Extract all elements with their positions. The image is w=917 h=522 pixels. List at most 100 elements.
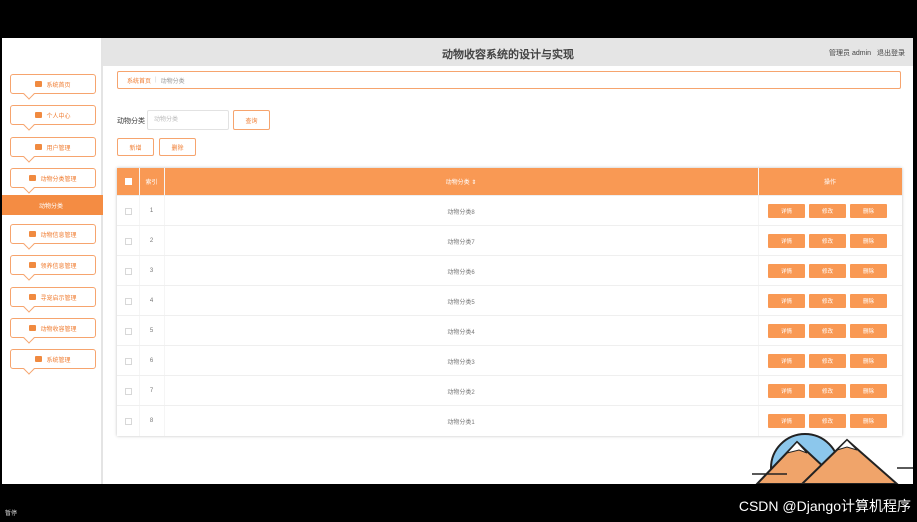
delete-button[interactable]: 删除 (850, 234, 887, 248)
sidebar-item-shelter[interactable]: 动物收容管理 (10, 318, 96, 338)
bulk-delete-button[interactable]: 删除 (159, 138, 196, 156)
page-title: 动物收容系统的设计与实现 (442, 49, 574, 61)
sidebar-item-category-mgmt[interactable]: 动物分类管理 (10, 168, 96, 188)
sidebar-item-system[interactable]: 系统管理 (10, 349, 96, 369)
detail-button[interactable]: 详情 (768, 294, 805, 308)
edit-button[interactable]: 修改 (809, 324, 846, 338)
edit-button[interactable]: 修改 (809, 234, 846, 248)
row-category: 动物分类3 (447, 359, 475, 366)
row-category: 动物分类1 (447, 419, 475, 426)
detail-button[interactable]: 详情 (768, 204, 805, 218)
logout-link[interactable]: 退出登录 (877, 50, 905, 57)
column-index: 索引 (145, 180, 158, 186)
row-checkbox[interactable] (117, 226, 139, 256)
data-table: 索引 动物分类 ⇕ 操作 1 动物分类8 详情 修改 删除 2 动物分类7 详情 修改 删除 3 动物… (117, 168, 902, 436)
sidebar-item-label: 动物收容管理 (40, 326, 77, 333)
watermark-text: CSDN @Django计算机程序 (738, 498, 911, 514)
row-category: 动物分类2 (447, 389, 475, 396)
column-actions: 操作 (823, 180, 836, 186)
row-index: 7 (149, 388, 154, 394)
row-category: 动物分类5 (447, 299, 475, 306)
user-icon (35, 112, 43, 118)
row-checkbox[interactable] (117, 376, 139, 406)
mountain-illustration (752, 433, 913, 484)
table-row: 3 动物分类6 详情 修改 删除 (117, 255, 902, 285)
row-index: 5 (149, 328, 154, 334)
select-all-checkbox[interactable] (117, 168, 139, 195)
row-category: 动物分类8 (447, 209, 475, 216)
row-checkbox[interactable] (117, 196, 139, 226)
sidebar-item-label: 动物分类管理 (40, 176, 77, 183)
delete-button[interactable]: 删除 (850, 324, 887, 338)
detail-button[interactable]: 详情 (768, 264, 805, 278)
sidebar-item-profile[interactable]: 个人中心 (10, 105, 96, 125)
player-status: 暂停 (5, 511, 18, 517)
search-input[interactable] (147, 110, 229, 130)
breadcrumb-current: 动物分类 (160, 78, 185, 85)
delete-button[interactable]: 删除 (850, 354, 887, 368)
delete-button[interactable]: 删除 (850, 204, 887, 218)
detail-button[interactable]: 详情 (768, 354, 805, 368)
edit-button[interactable]: 修改 (809, 354, 846, 368)
row-checkbox[interactable] (117, 406, 139, 436)
edit-button[interactable]: 修改 (809, 384, 846, 398)
detail-button[interactable]: 详情 (768, 324, 805, 338)
table-row: 1 动物分类8 详情 修改 删除 (117, 195, 902, 225)
sidebar-item-users[interactable]: 用户管理 (10, 137, 96, 157)
sidebar-item-home[interactable]: 系统首页 (10, 74, 96, 94)
table-row: 4 动物分类5 详情 修改 删除 (117, 285, 902, 315)
row-checkbox[interactable] (117, 286, 139, 316)
row-index: 6 (149, 358, 154, 364)
add-button[interactable]: 新增 (117, 138, 154, 156)
breadcrumb: 系统首页 | 动物分类 (117, 71, 901, 89)
row-index: 2 (149, 238, 154, 244)
row-category: 动物分类7 (447, 239, 475, 246)
edit-button[interactable]: 修改 (809, 264, 846, 278)
search-label: 动物分类 (117, 118, 145, 125)
edit-button[interactable]: 修改 (809, 204, 846, 218)
user-label: 管理员 admin (829, 50, 872, 57)
delete-button[interactable]: 删除 (850, 294, 887, 308)
delete-button[interactable]: 删除 (850, 264, 887, 278)
row-category: 动物分类4 (447, 329, 475, 336)
edit-button[interactable]: 修改 (809, 294, 846, 308)
sidebar-item-label: 系统首页 (46, 82, 71, 89)
sidebar-item-adoption[interactable]: 领养信息管理 (10, 255, 96, 275)
home-icon (35, 81, 43, 87)
sidebar-item-animal-info[interactable]: 动物信息管理 (10, 224, 96, 244)
sidebar-subitem-label: 动物分类 (39, 203, 64, 210)
top-header: 动物收容系统的设计与实现 管理员 admin 退出登录 (103, 38, 913, 66)
row-category: 动物分类6 (447, 269, 475, 276)
table-header: 索引 动物分类 ⇕ 操作 (117, 168, 902, 195)
grid-icon (29, 175, 37, 181)
sidebar-subitem-category[interactable]: 动物分类 (2, 195, 103, 215)
sidebar-item-label: 个人中心 (46, 113, 71, 120)
sidebar-item-label: 用户管理 (46, 145, 71, 152)
delete-button[interactable]: 删除 (850, 384, 887, 398)
table-row: 6 动物分类3 详情 修改 删除 (117, 345, 902, 375)
row-checkbox[interactable] (117, 256, 139, 286)
sidebar-item-label: 动物信息管理 (40, 232, 77, 239)
row-index: 1 (149, 208, 154, 214)
sidebar-item-label: 寻宠启示管理 (40, 295, 77, 302)
video-frame: 系统首页 个人中心 用户管理 动物分类管理 动物分类 动物信息管理 领养信息管理… (0, 0, 917, 522)
edit-button[interactable]: 修改 (809, 414, 846, 428)
row-index: 4 (149, 298, 154, 304)
table-row: 7 动物分类2 详情 修改 删除 (117, 375, 902, 405)
user-info: 管理员 admin 退出登录 (825, 48, 905, 58)
detail-button[interactable]: 详情 (768, 384, 805, 398)
row-checkbox[interactable] (117, 316, 139, 346)
breadcrumb-home[interactable]: 系统首页 (127, 76, 151, 85)
bell-icon (29, 294, 37, 300)
table-row: 5 动物分类4 详情 修改 删除 (117, 315, 902, 345)
column-category[interactable]: 动物分类 ⇕ (164, 168, 758, 195)
detail-button[interactable]: 详情 (768, 414, 805, 428)
delete-button[interactable]: 删除 (850, 414, 887, 428)
breadcrumb-separator: | (155, 77, 157, 83)
sidebar-item-lost-pet[interactable]: 寻宠启示管理 (10, 287, 96, 307)
search-button[interactable]: 查询 (233, 110, 270, 130)
detail-button[interactable]: 详情 (768, 234, 805, 248)
row-checkbox[interactable] (117, 346, 139, 376)
sidebar-item-label: 系统管理 (46, 357, 71, 364)
apps-icon (29, 231, 37, 237)
